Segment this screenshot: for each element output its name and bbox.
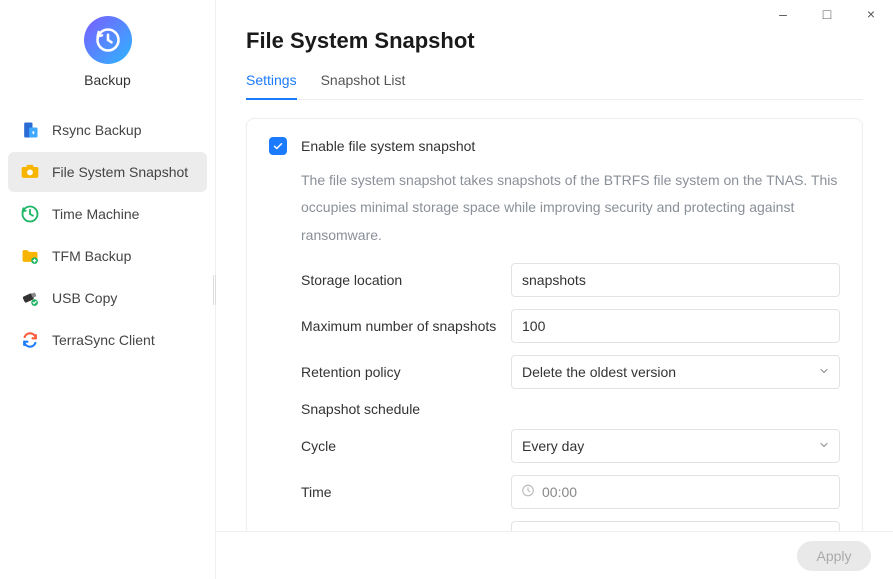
settings-description: The file system snapshot takes snapshots… — [301, 167, 840, 249]
close-button[interactable]: × — [849, 0, 893, 28]
sidebar-item-label: TerraSync Client — [52, 332, 155, 348]
sidebar-item-tfm-backup[interactable]: TFM Backup — [8, 236, 207, 276]
page-title: File System Snapshot — [246, 28, 863, 54]
time-machine-icon — [20, 204, 40, 224]
nav-list: Rsync Backup File System Snapshot Time M… — [0, 110, 215, 362]
sidebar-header: Backup — [0, 16, 215, 110]
cycle-label: Cycle — [301, 438, 511, 454]
tfm-backup-icon — [20, 246, 40, 266]
enable-snapshot-label: Enable file system snapshot — [301, 138, 475, 154]
sidebar-item-usb-copy[interactable]: USB Copy — [8, 278, 207, 318]
snapshot-icon — [20, 162, 40, 182]
minimize-button[interactable]: – — [761, 0, 805, 28]
max-snapshots-input[interactable] — [511, 309, 840, 343]
cycle-select[interactable] — [511, 429, 840, 463]
retention-policy-select[interactable] — [511, 355, 840, 389]
max-snapshots-label: Maximum number of snapshots — [301, 318, 511, 334]
sidebar-resize-handle[interactable] — [209, 275, 217, 305]
sidebar-item-rsync-backup[interactable]: Rsync Backup — [8, 110, 207, 150]
sidebar-item-terrasync-client[interactable]: TerraSync Client — [8, 320, 207, 360]
tab-snapshot-list[interactable]: Snapshot List — [321, 72, 406, 100]
settings-form: Storage location Maximum number of snaps… — [301, 263, 840, 531]
footer: Apply — [216, 531, 893, 579]
maximize-button[interactable]: □ — [805, 0, 849, 28]
time-input[interactable] — [511, 475, 840, 509]
window-controls: – □ × — [761, 0, 893, 28]
sidebar-item-label: TFM Backup — [52, 248, 131, 264]
sidebar-item-label: USB Copy — [52, 290, 117, 306]
settings-panel: Enable file system snapshot The file sys… — [246, 118, 863, 531]
sidebar-item-label: File System Snapshot — [52, 164, 188, 180]
tab-settings[interactable]: Settings — [246, 72, 297, 100]
content-scroll[interactable]: Enable file system snapshot The file sys… — [216, 100, 893, 531]
terrasync-icon — [20, 330, 40, 350]
storage-location-input[interactable] — [511, 263, 840, 297]
sidebar-item-label: Time Machine — [52, 206, 139, 222]
app-name: Backup — [84, 72, 131, 88]
rsync-icon — [20, 120, 40, 140]
enable-snapshot-checkbox[interactable] — [269, 137, 287, 155]
frequency-value[interactable] — [511, 521, 840, 531]
sidebar-item-time-machine[interactable]: Time Machine — [8, 194, 207, 234]
schedule-heading: Snapshot schedule — [301, 401, 511, 417]
apply-button[interactable]: Apply — [797, 541, 871, 571]
time-label: Time — [301, 484, 511, 500]
usb-copy-icon — [20, 288, 40, 308]
checkmark-icon — [272, 140, 284, 152]
sidebar-item-file-system-snapshot[interactable]: File System Snapshot — [8, 152, 207, 192]
tabs: Settings Snapshot List — [246, 72, 863, 100]
main: File System Snapshot Settings Snapshot L… — [216, 0, 893, 579]
app-icon — [84, 16, 132, 64]
clock-icon — [521, 483, 535, 500]
cycle-value[interactable] — [511, 429, 840, 463]
storage-location-label: Storage location — [301, 272, 511, 288]
frequency-select[interactable] — [511, 521, 840, 531]
retention-policy-value[interactable] — [511, 355, 840, 389]
sidebar-item-label: Rsync Backup — [52, 122, 141, 138]
sidebar: Backup Rsync Backup File System Snapshot — [0, 0, 216, 579]
retention-policy-label: Retention policy — [301, 364, 511, 380]
